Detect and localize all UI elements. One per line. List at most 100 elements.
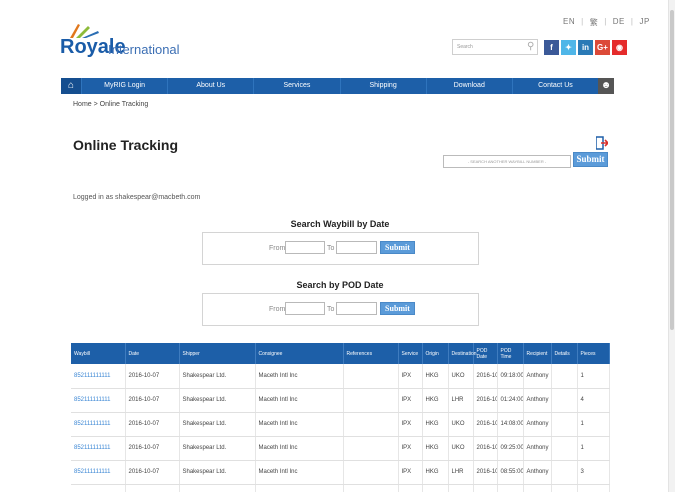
from-label: From <box>269 306 286 313</box>
table-row: 8521111111112016-10-07Shakespear Ltd.Mac… <box>71 388 610 413</box>
cell-destination: LHR <box>448 484 474 492</box>
cell-details <box>551 388 578 413</box>
col-consignee[interactable]: Consignee <box>255 343 344 364</box>
col-pieces[interactable]: Pieces <box>577 343 610 364</box>
home-icon[interactable]: ⌂ <box>61 78 81 94</box>
search-by-pod-panel: From To Submit <box>202 293 479 326</box>
pod-to-input[interactable] <box>336 302 377 315</box>
cell-shipper: Shakespear Ltd. <box>179 460 256 485</box>
cell-origin: HKG <box>422 460 449 485</box>
scrollbar-thumb[interactable] <box>670 10 674 330</box>
to-label: To <box>327 306 335 313</box>
cell-origin: HKG <box>422 388 449 413</box>
cell-waybill[interactable]: 852111111111 <box>71 484 126 492</box>
cell-pod-time: 09:25:00 <box>497 436 524 461</box>
cell-pieces: 1 <box>577 412 610 437</box>
cell-destination: LHR <box>448 460 474 485</box>
cell-shipper: Shakespear Ltd. <box>179 364 256 389</box>
cell-consignee: Maceth Intl Inc <box>255 460 344 485</box>
cell-waybill[interactable]: 852111111111 <box>71 412 126 437</box>
cell-details <box>551 436 578 461</box>
table-row: 8521111111112016-10-07Shakespear Ltd.Mac… <box>71 484 610 492</box>
cell-details <box>551 412 578 437</box>
cell-date: 2016-10-07 <box>125 388 180 413</box>
col-origin[interactable]: Origin <box>422 343 449 364</box>
col-date[interactable]: Date <box>125 343 180 364</box>
lang-de[interactable]: DE <box>613 17 625 28</box>
col-waybill[interactable]: Waybill <box>71 343 126 364</box>
page-scrollbar[interactable] <box>668 0 675 492</box>
nav-item-services[interactable]: Services <box>253 78 339 94</box>
cell-shipper: Shakespear Ltd. <box>179 436 256 461</box>
cell-recipient: Anthony <box>523 484 552 492</box>
nav-item-myrig-login[interactable]: MyRIG Login <box>81 78 167 94</box>
linkedin-icon[interactable]: in <box>578 40 593 55</box>
cell-recipient: Anthony <box>523 412 552 437</box>
weibo-icon[interactable]: ◉ <box>612 40 627 55</box>
date-submit-button[interactable]: Submit <box>380 241 415 254</box>
col-shipper[interactable]: Shipper <box>179 343 256 364</box>
cell-pod-date: 2016-10-10 <box>473 388 498 413</box>
cell-date: 2016-10-07 <box>125 364 180 389</box>
table-row: 8521111111112016-10-07Shakespear Ltd.Mac… <box>71 412 610 437</box>
col-references[interactable]: References <box>343 343 399 364</box>
search-icon[interactable]: ⚲ <box>527 41 534 52</box>
cell-shipper: Shakespear Ltd. <box>179 484 256 492</box>
waybill-search-input[interactable]: - SEARCH ANOTHER WAYBILL NUMBER - <box>443 155 571 168</box>
logo[interactable]: Royale International <box>60 22 190 64</box>
to-label: To <box>327 245 335 252</box>
from-label: From <box>269 245 286 252</box>
lang-zh[interactable]: 繁 <box>590 17 599 28</box>
cell-pieces: 4 <box>577 388 610 413</box>
breadcrumb[interactable]: Home > Online Tracking <box>73 101 148 108</box>
logged-in-text: Logged in as shakespear@macbeth.com <box>73 194 201 201</box>
waybill-submit-button[interactable]: Submit <box>573 152 608 167</box>
col-pod-date[interactable]: POD Date <box>473 343 498 364</box>
nav-item-shipping[interactable]: Shipping <box>339 78 426 94</box>
main-nav: ⌂ MyRIG Login About Us Services Shipping… <box>61 78 615 94</box>
twitter-icon[interactable]: ✦ <box>561 40 576 55</box>
facebook-icon[interactable]: f <box>544 40 559 55</box>
col-details[interactable]: Details <box>551 343 578 364</box>
cell-consignee: Maceth Intl Inc <box>255 412 344 437</box>
googleplus-icon[interactable]: G+ <box>595 40 610 55</box>
pod-from-input[interactable] <box>285 302 325 315</box>
pod-submit-button[interactable]: Submit <box>380 302 415 315</box>
cell-waybill[interactable]: 852111111111 <box>71 388 126 413</box>
cell-recipient: Anthony <box>523 364 552 389</box>
cell-service: IPX <box>398 388 423 413</box>
nav-item-contact-us[interactable]: Contact Us <box>511 78 598 94</box>
cell-pod-time: 08:55:00 <box>497 460 524 485</box>
cell-details <box>551 460 578 485</box>
cell-references <box>343 388 399 413</box>
col-service[interactable]: Service <box>398 343 423 364</box>
lang-en[interactable]: EN <box>563 17 575 28</box>
cell-origin: HKG <box>422 364 449 389</box>
cell-waybill[interactable]: 852111111111 <box>71 436 126 461</box>
cell-waybill[interactable]: 852111111111 <box>71 460 126 485</box>
cell-service: IPX <box>398 484 423 492</box>
date-to-input[interactable] <box>336 241 377 254</box>
cell-consignee: Maceth Intl Inc <box>255 484 344 492</box>
user-icon[interactable]: ☻ <box>598 78 615 94</box>
logout-icon[interactable] <box>596 136 608 150</box>
nav-item-about-us[interactable]: About Us <box>167 78 253 94</box>
cell-pod-time: 08:55:00 <box>497 484 524 492</box>
page: EN | 繁 | DE | JP Royale International Searc… <box>0 0 668 492</box>
cell-waybill[interactable]: 852111111111 <box>71 364 126 389</box>
date-from-input[interactable] <box>285 241 325 254</box>
cell-pieces: 1 <box>577 364 610 389</box>
language-selector: EN | 繁 | DE | JP <box>563 17 650 28</box>
cell-service: IPX <box>398 364 423 389</box>
cell-consignee: Maceth Intl Inc <box>255 436 344 461</box>
col-pod-time[interactable]: POD Time <box>497 343 524 364</box>
lang-jp[interactable]: JP <box>639 17 649 28</box>
cell-pieces: 1 <box>577 484 610 492</box>
col-destination[interactable]: Destination <box>448 343 477 364</box>
site-search-input[interactable]: Search <box>452 39 538 55</box>
table-row: 8521111111112016-10-07Shakespear Ltd.Mac… <box>71 436 610 461</box>
col-recipient[interactable]: Recipient <box>523 343 552 364</box>
nav-item-download[interactable]: Download <box>425 78 512 94</box>
cell-shipper: Shakespear Ltd. <box>179 412 256 437</box>
cell-pod-date: 2016-10-11 <box>473 412 498 437</box>
